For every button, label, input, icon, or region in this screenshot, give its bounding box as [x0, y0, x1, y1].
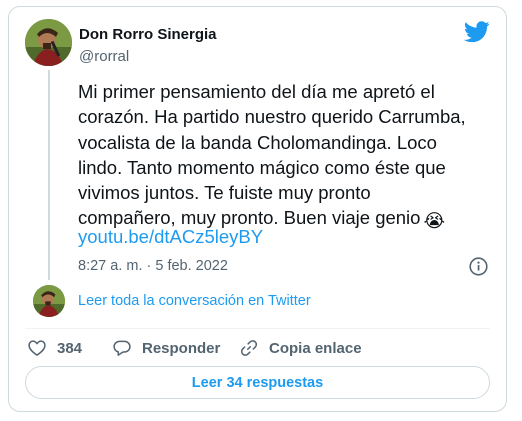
reply-button[interactable]: Responder — [112, 337, 220, 359]
tweet-body: Mi primer pensamiento del día me apretó … — [78, 81, 466, 229]
divider — [25, 328, 490, 329]
like-count: 384 — [57, 339, 83, 357]
heart-icon — [28, 340, 46, 356]
tweet-text: Mi primer pensamiento del día me apretó … — [78, 79, 498, 234]
crying-face-emoji: 😭 — [423, 210, 446, 232]
embedded-tweet-card: Don Rorro Sinergia @rorral Mi primer pen… — [8, 6, 507, 412]
reply-icon — [113, 340, 131, 356]
author-name[interactable]: Don Rorro Sinergia — [79, 26, 217, 43]
thread-connector-line — [48, 70, 50, 280]
copy-link-button[interactable]: Copia enlace — [239, 337, 362, 359]
twitter-bird-icon[interactable] — [463, 21, 490, 43]
read-conversation-link[interactable]: Leer toda la conversación en Twitter — [78, 293, 311, 309]
link-icon — [240, 340, 258, 356]
author-handle[interactable]: @rorral — [79, 48, 129, 65]
reply-label: Responder — [142, 339, 221, 357]
thread-avatar[interactable] — [33, 285, 65, 317]
info-icon[interactable] — [469, 257, 488, 276]
like-button[interactable]: 384 — [27, 337, 82, 359]
tweet-youtube-link[interactable]: youtu.be/dtACz5leyBY — [78, 226, 263, 248]
copy-link-label: Copia enlace — [269, 339, 362, 357]
read-replies-button[interactable]: Leer 34 respuestas — [25, 366, 490, 399]
tweet-timestamp[interactable]: 8:27 a. m. · 5 feb. 2022 — [78, 258, 228, 274]
author-avatar[interactable] — [25, 19, 72, 66]
